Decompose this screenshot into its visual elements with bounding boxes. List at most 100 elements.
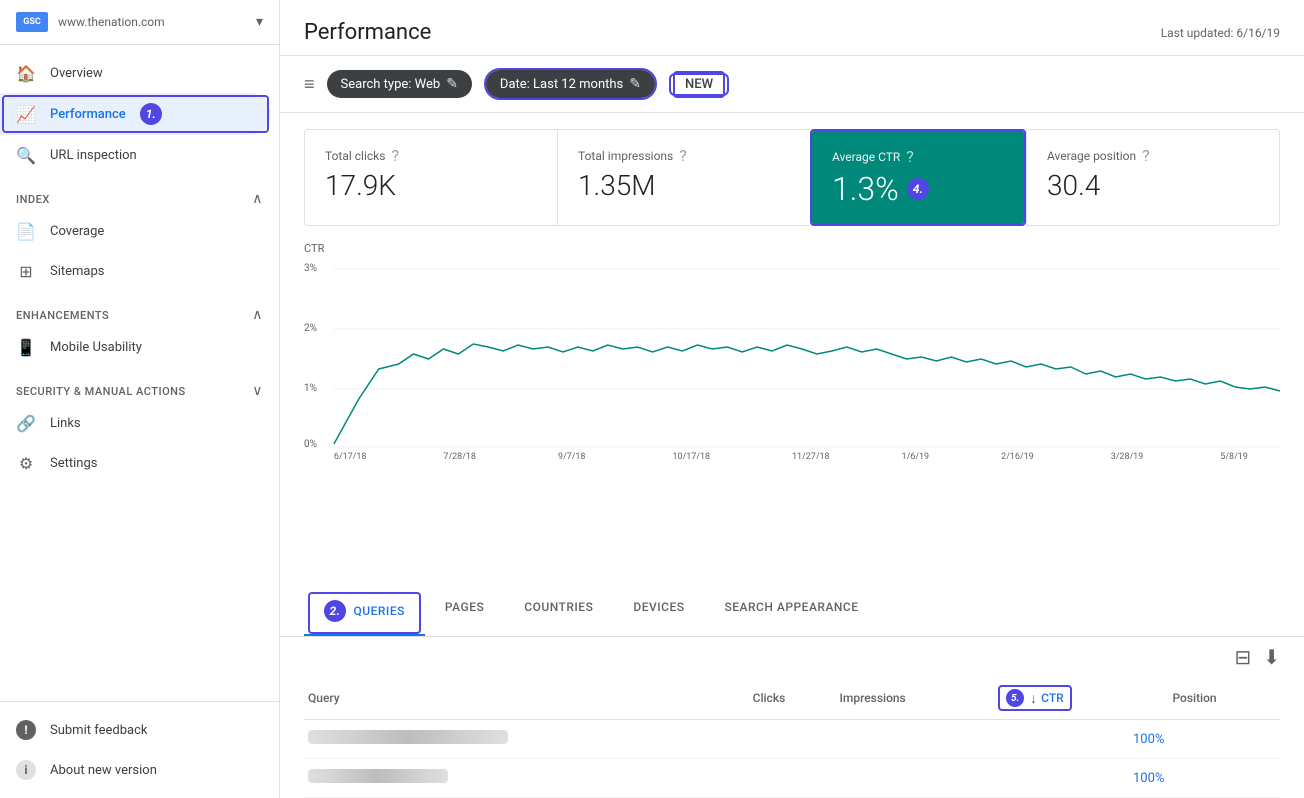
metric-label: Average CTR ?: [832, 147, 1004, 166]
grid-icon: ⊞: [16, 261, 36, 281]
sidebar-item-label: Submit feedback: [50, 723, 147, 738]
new-badge-wrapper: NEW: [669, 73, 729, 96]
chevron-up-icon[interactable]: ∧: [252, 307, 263, 323]
tab-search-appearance[interactable]: SEARCH APPEARANCE: [705, 588, 879, 636]
clicks-cell: [749, 759, 836, 798]
help-icon[interactable]: ?: [679, 146, 687, 165]
col-header-label: CTR: [1041, 691, 1064, 705]
metric-total-clicks[interactable]: Total clicks ? 17.9K: [304, 129, 557, 226]
tab-queries[interactable]: 2. QUERIES: [304, 588, 425, 636]
date-label: Date: Last 12 months: [500, 77, 623, 92]
page-title: Performance: [304, 20, 431, 45]
svg-text:1/6/19: 1/6/19: [902, 452, 930, 459]
svg-text:6/17/18: 6/17/18: [334, 452, 367, 459]
document-icon: 📄: [16, 221, 36, 241]
metric-label: Total impressions ?: [578, 146, 790, 165]
metric-total-impressions[interactable]: Total impressions ? 1.35M: [557, 129, 810, 226]
sidebar-item-links[interactable]: 🔗 Links: [0, 403, 271, 443]
sidebar-logo: GSC www.thenation.com ▾: [0, 0, 279, 45]
table-header-row: Query Clicks Impressions 5. ↓ CTR: [304, 677, 1280, 720]
sidebar-item-overview[interactable]: 🏠 Overview: [0, 53, 271, 93]
tab-label: DEVICES: [633, 600, 684, 614]
metric-average-ctr[interactable]: Average CTR ? 1.3% 4.: [812, 131, 1024, 224]
query-cell: [304, 720, 749, 759]
filter-icon[interactable]: ≡: [304, 74, 315, 95]
trending-up-icon: 📈: [16, 104, 36, 124]
table-row: 100%: [304, 720, 1280, 759]
metrics-row: Total clicks ? 17.9K Total impressions ?…: [280, 113, 1304, 226]
help-icon[interactable]: ?: [906, 147, 914, 166]
sidebar-item-settings[interactable]: ⚙ Settings: [0, 443, 271, 483]
filter-columns-icon[interactable]: ⊟: [1234, 645, 1251, 669]
section-label: Security & Manual Actions: [16, 385, 186, 398]
col-header-label: Position: [1172, 691, 1216, 705]
search-type-label: Search type: Web: [341, 77, 441, 92]
tab-countries[interactable]: COUNTRIES: [504, 588, 613, 636]
chevron-down-icon[interactable]: ∨: [252, 383, 263, 399]
col-ctr[interactable]: 5. ↓ CTR: [994, 677, 1168, 720]
metric-label: Average position ?: [1047, 146, 1259, 165]
mobile-icon: 📱: [16, 337, 36, 357]
col-header-label: Impressions: [840, 691, 906, 705]
query-cell: [304, 759, 749, 798]
download-icon[interactable]: ⬇: [1263, 645, 1280, 669]
sidebar-item-sitemaps[interactable]: ⊞ Sitemaps: [0, 251, 271, 291]
metric-label: Total clicks ?: [325, 146, 537, 165]
highlight-box: [2, 95, 269, 133]
tab-devices[interactable]: DEVICES: [613, 588, 704, 636]
last-updated: Last updated: 6/16/19: [1161, 26, 1280, 40]
tab-label: PAGES: [445, 600, 484, 614]
chart-container: 3% 2% 1% 0% 6/17/18 7/28/18 9/7/18 10/17…: [304, 259, 1280, 459]
date-chip[interactable]: Date: Last 12 months ✎: [486, 70, 655, 98]
info-icon: i: [16, 760, 36, 780]
help-icon[interactable]: ?: [1142, 146, 1150, 165]
ctr-cell: 100%: [994, 720, 1168, 759]
main-content: Performance Last updated: 6/16/19 ≡ Sear…: [280, 0, 1304, 798]
search-type-chip[interactable]: Search type: Web ✎: [327, 70, 472, 98]
sidebar-item-submit-feedback[interactable]: ! Submit feedback: [0, 710, 271, 750]
sidebar-item-mobile-usability[interactable]: 📱 Mobile Usability: [0, 327, 271, 367]
chart-y-label: CTR: [304, 242, 1280, 255]
sidebar-item-label: About new version: [50, 763, 157, 778]
toolbar: ≡ Search type: Web ✎ Date: Last 12 month…: [280, 56, 1304, 113]
tabs-row: 2. QUERIES PAGES COUNTRIES DEVICES SEARC…: [280, 588, 1304, 637]
tab-label: COUNTRIES: [524, 600, 593, 614]
feedback-icon: !: [16, 720, 36, 740]
metric-value: 17.9K: [325, 169, 537, 202]
tab-label: SEARCH APPEARANCE: [725, 600, 859, 614]
blurred-query: [308, 730, 508, 744]
sidebar-item-performance[interactable]: 📈 Performance 1.: [0, 93, 271, 135]
chevron-down-icon[interactable]: ▾: [256, 14, 263, 30]
svg-text:0%: 0%: [304, 439, 317, 450]
sidebar-item-url-inspection[interactable]: 🔍 URL inspection: [0, 135, 271, 175]
sidebar-item-about[interactable]: i About new version: [0, 750, 271, 790]
home-icon: 🏠: [16, 63, 36, 83]
table-row: 100%: [304, 759, 1280, 798]
new-badge[interactable]: NEW: [673, 71, 725, 98]
sidebar-item-label: URL inspection: [50, 148, 137, 163]
ctr-cell: 100%: [994, 759, 1168, 798]
svg-text:9/7/18: 9/7/18: [558, 452, 586, 459]
sidebar-item-label: Overview: [50, 66, 103, 81]
sidebar-bottom: ! Submit feedback i About new version: [0, 701, 279, 798]
chart-area: CTR 3% 2% 1% 0% 6/17/18 7/28/18 9/7/18 1…: [280, 226, 1304, 588]
metric-average-position[interactable]: Average position ? 30.4: [1026, 129, 1280, 226]
sidebar: GSC www.thenation.com ▾ 🏠 Overview 📈 Per…: [0, 0, 280, 798]
annotation-1: 1.: [140, 103, 162, 125]
tab-pages[interactable]: PAGES: [425, 588, 504, 636]
sidebar-item-coverage[interactable]: 📄 Coverage: [0, 211, 271, 251]
sidebar-item-label: Mobile Usability: [50, 340, 142, 355]
link-icon: 🔗: [16, 413, 36, 433]
date-chip-wrapper: Date: Last 12 months ✎: [484, 68, 657, 100]
annotation-2: 2.: [324, 600, 346, 622]
impressions-cell: [836, 759, 995, 798]
help-icon[interactable]: ?: [391, 146, 399, 165]
section-security[interactable]: Security & Manual Actions ∨: [0, 367, 279, 403]
sidebar-item-label: Settings: [50, 456, 97, 471]
metric-ctr-wrapper: Average CTR ? 1.3% 4.: [810, 129, 1026, 226]
section-label: Index: [16, 193, 50, 206]
col-impressions: Impressions: [836, 677, 995, 720]
chevron-up-icon[interactable]: ∧: [252, 191, 263, 207]
section-enhancements: Enhancements ∧: [0, 291, 279, 327]
site-name: www.thenation.com: [58, 15, 246, 29]
